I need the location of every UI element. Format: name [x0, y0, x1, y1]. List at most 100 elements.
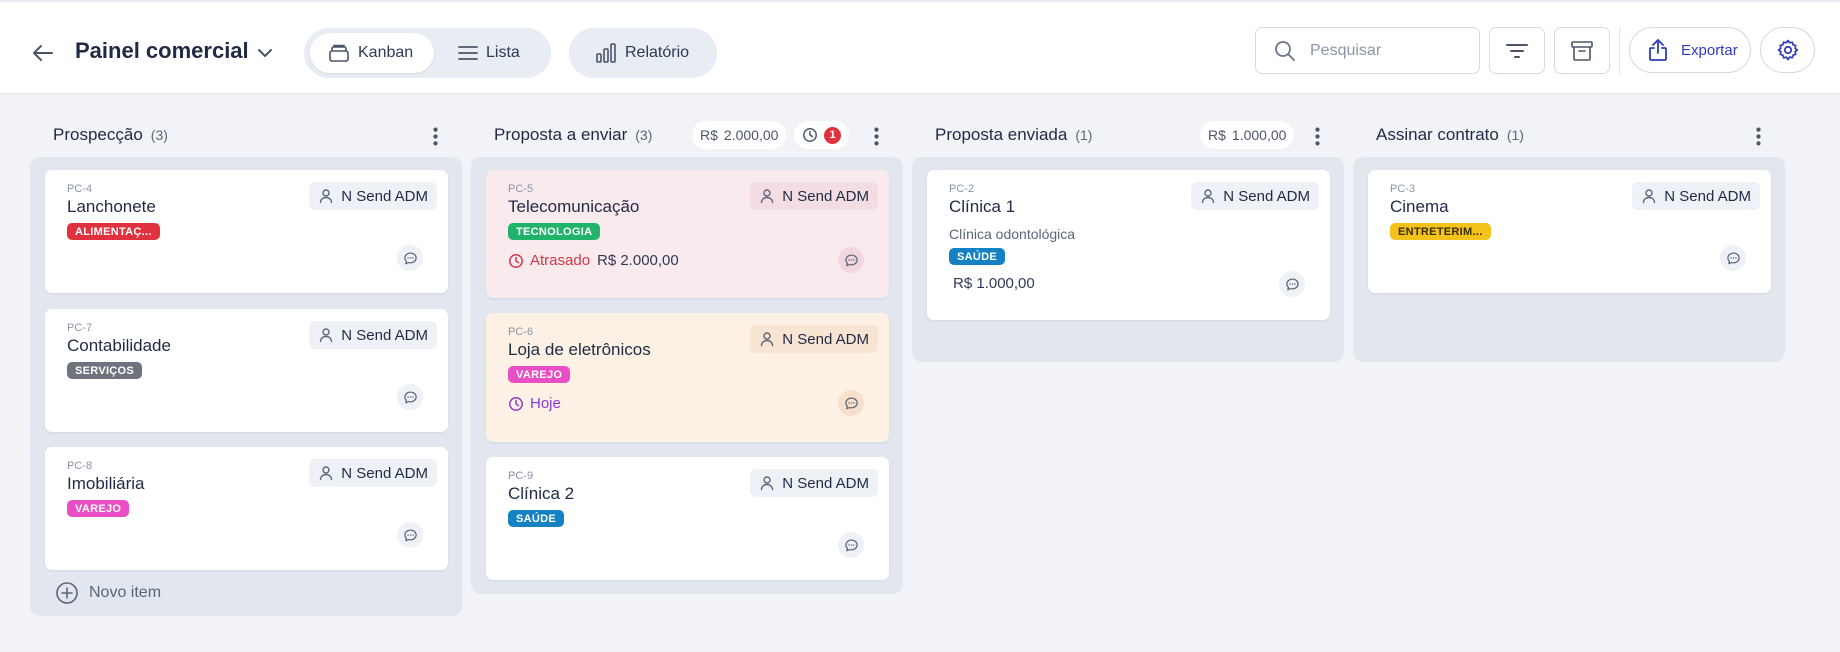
assignee-chip[interactable]: N Send ADM — [309, 459, 437, 487]
card-title: Contabilidade — [67, 336, 171, 355]
assignee-name: N Send ADM — [341, 187, 428, 205]
assignee-chip[interactable]: N Send ADM — [750, 325, 878, 353]
assignee-name: N Send ADM — [1223, 187, 1310, 205]
assignee-name: N Send ADM — [782, 474, 869, 492]
assignee-chip[interactable]: N Send ADM — [309, 182, 437, 210]
card-title: Lanchonete — [67, 197, 156, 216]
kanban-card[interactable]: PC-9 Clínica 2 SAÚDE N Send ADM — [486, 457, 889, 580]
export-button[interactable]: Exportar — [1629, 27, 1751, 73]
clock-icon — [508, 253, 524, 269]
column-menu-kebab-icon[interactable] — [866, 125, 886, 147]
comment-icon[interactable] — [397, 245, 423, 271]
clock-icon — [508, 396, 524, 412]
column-menu-kebab-icon[interactable] — [1307, 125, 1327, 147]
card-title: Imobiliária — [67, 474, 145, 493]
category-tag: ENTRETERIM... — [1390, 223, 1491, 240]
overdue-chip[interactable]: 1 — [794, 121, 849, 149]
card-title: Clínica 1 — [949, 197, 1016, 216]
category-tag: TECNOLOGIA — [508, 223, 601, 240]
chevron-down-icon[interactable] — [254, 42, 276, 64]
card-title: Clínica 2 — [508, 484, 575, 503]
share-upload-icon — [1649, 39, 1667, 61]
column-title: Assinar contrato — [1376, 125, 1499, 144]
user-icon — [759, 331, 775, 347]
filter-button[interactable] — [1489, 27, 1545, 74]
user-icon — [1200, 188, 1216, 204]
comment-icon[interactable] — [838, 532, 864, 558]
user-icon — [1641, 188, 1657, 204]
new-item-button[interactable]: Novo item — [55, 581, 161, 605]
category-tag: VAREJO — [67, 500, 130, 517]
comment-icon[interactable] — [397, 522, 423, 548]
due-status: Atrasado — [508, 252, 590, 269]
search-input[interactable] — [1310, 41, 1460, 60]
assignee-chip[interactable]: N Send ADM — [1632, 182, 1760, 210]
currency-symbol: R$ — [700, 127, 718, 143]
tab-lista-label: Lista — [486, 44, 520, 61]
archive-icon — [1571, 40, 1593, 61]
page-title: Painel comercial — [75, 38, 249, 63]
card-code: PC-5 — [508, 183, 534, 195]
kanban-card[interactable]: PC-6 Loja de eletrônicos VAREJO N Send A… — [486, 313, 889, 442]
assignee-name: N Send ADM — [1664, 187, 1751, 205]
due-status-label: Hoje — [530, 395, 561, 412]
assignee-chip[interactable]: N Send ADM — [1191, 182, 1319, 210]
settings-button[interactable] — [1760, 27, 1815, 73]
plus-circle-icon — [56, 582, 78, 604]
column-menu-kebab-icon[interactable] — [1748, 125, 1768, 147]
clock-icon — [802, 127, 818, 143]
due-status: Hoje — [508, 395, 561, 412]
column-menu-kebab-icon[interactable] — [425, 125, 445, 147]
view-switcher: Kanban Lista — [304, 28, 551, 78]
user-icon — [318, 465, 334, 481]
kanban-card[interactable]: PC-8 Imobiliária VAREJO N Send ADM — [45, 447, 448, 570]
card-code: PC-6 — [508, 326, 534, 338]
column-count: (1) — [1075, 127, 1093, 143]
kanban-card[interactable]: PC-2 Clínica 1 Clínica odontológica SAÚD… — [927, 170, 1330, 320]
column-header-prospeccao: Prospecção (3) — [53, 118, 168, 152]
assignee-name: N Send ADM — [782, 330, 869, 348]
category-tag: SAÚDE — [949, 248, 1006, 265]
kanban-card[interactable]: PC-7 Contabilidade SERVIÇOS N Send ADM — [45, 309, 448, 432]
assignee-name: N Send ADM — [782, 187, 869, 205]
kanban-card[interactable]: PC-3 Cinema ENTRETERIM... N Send ADM — [1368, 170, 1771, 293]
report-button[interactable]: Relatório — [569, 28, 717, 78]
column-title: Proposta a enviar — [494, 125, 628, 144]
assignee-chip[interactable]: N Send ADM — [750, 182, 878, 210]
new-item-label: Novo item — [89, 584, 162, 601]
tab-kanban[interactable]: Kanban — [310, 33, 434, 73]
kanban-icon — [329, 44, 349, 62]
column-count: (3) — [635, 127, 653, 143]
comment-icon[interactable] — [1720, 245, 1746, 271]
column-total-chip: R$ 2.000,00 — [692, 121, 787, 149]
back-arrow-icon[interactable] — [30, 40, 56, 66]
comment-icon[interactable] — [838, 390, 864, 416]
comment-icon[interactable] — [1279, 271, 1305, 297]
column-header-proposta-enviada: Proposta enviada (1) — [935, 118, 1092, 152]
user-icon — [759, 188, 775, 204]
archive-button[interactable] — [1554, 27, 1610, 74]
filter-icon — [1506, 43, 1528, 58]
assignee-chip[interactable]: N Send ADM — [750, 469, 878, 497]
card-code: PC-9 — [508, 470, 534, 482]
user-icon — [318, 327, 334, 343]
comment-icon[interactable] — [397, 384, 423, 410]
column-count: (3) — [150, 127, 168, 143]
list-icon — [458, 46, 478, 60]
kanban-card[interactable]: PC-5 Telecomunicação TECNOLOGIA N Send A… — [486, 170, 889, 298]
export-label: Exportar — [1681, 41, 1738, 59]
kanban-card[interactable]: PC-4 Lanchonete ALIMENTAÇ... N Send ADM — [45, 170, 448, 293]
column-total-chip: R$ 1.000,00 — [1200, 121, 1295, 149]
user-icon — [318, 188, 334, 204]
card-title: Loja de eletrônicos — [508, 340, 651, 359]
comment-icon[interactable] — [838, 247, 864, 273]
tab-lista[interactable]: Lista — [440, 33, 544, 73]
card-code: PC-8 — [67, 460, 93, 472]
assignee-name: N Send ADM — [341, 326, 428, 344]
column-header-proposta-a-enviar: Proposta a enviar (3) — [494, 118, 652, 152]
assignee-chip[interactable]: N Send ADM — [309, 321, 437, 349]
card-value: R$ 2.000,00 — [597, 252, 679, 269]
due-status-label: Atrasado — [530, 252, 591, 269]
currency-symbol: R$ — [1208, 127, 1226, 143]
overdue-count-badge: 1 — [824, 126, 841, 144]
